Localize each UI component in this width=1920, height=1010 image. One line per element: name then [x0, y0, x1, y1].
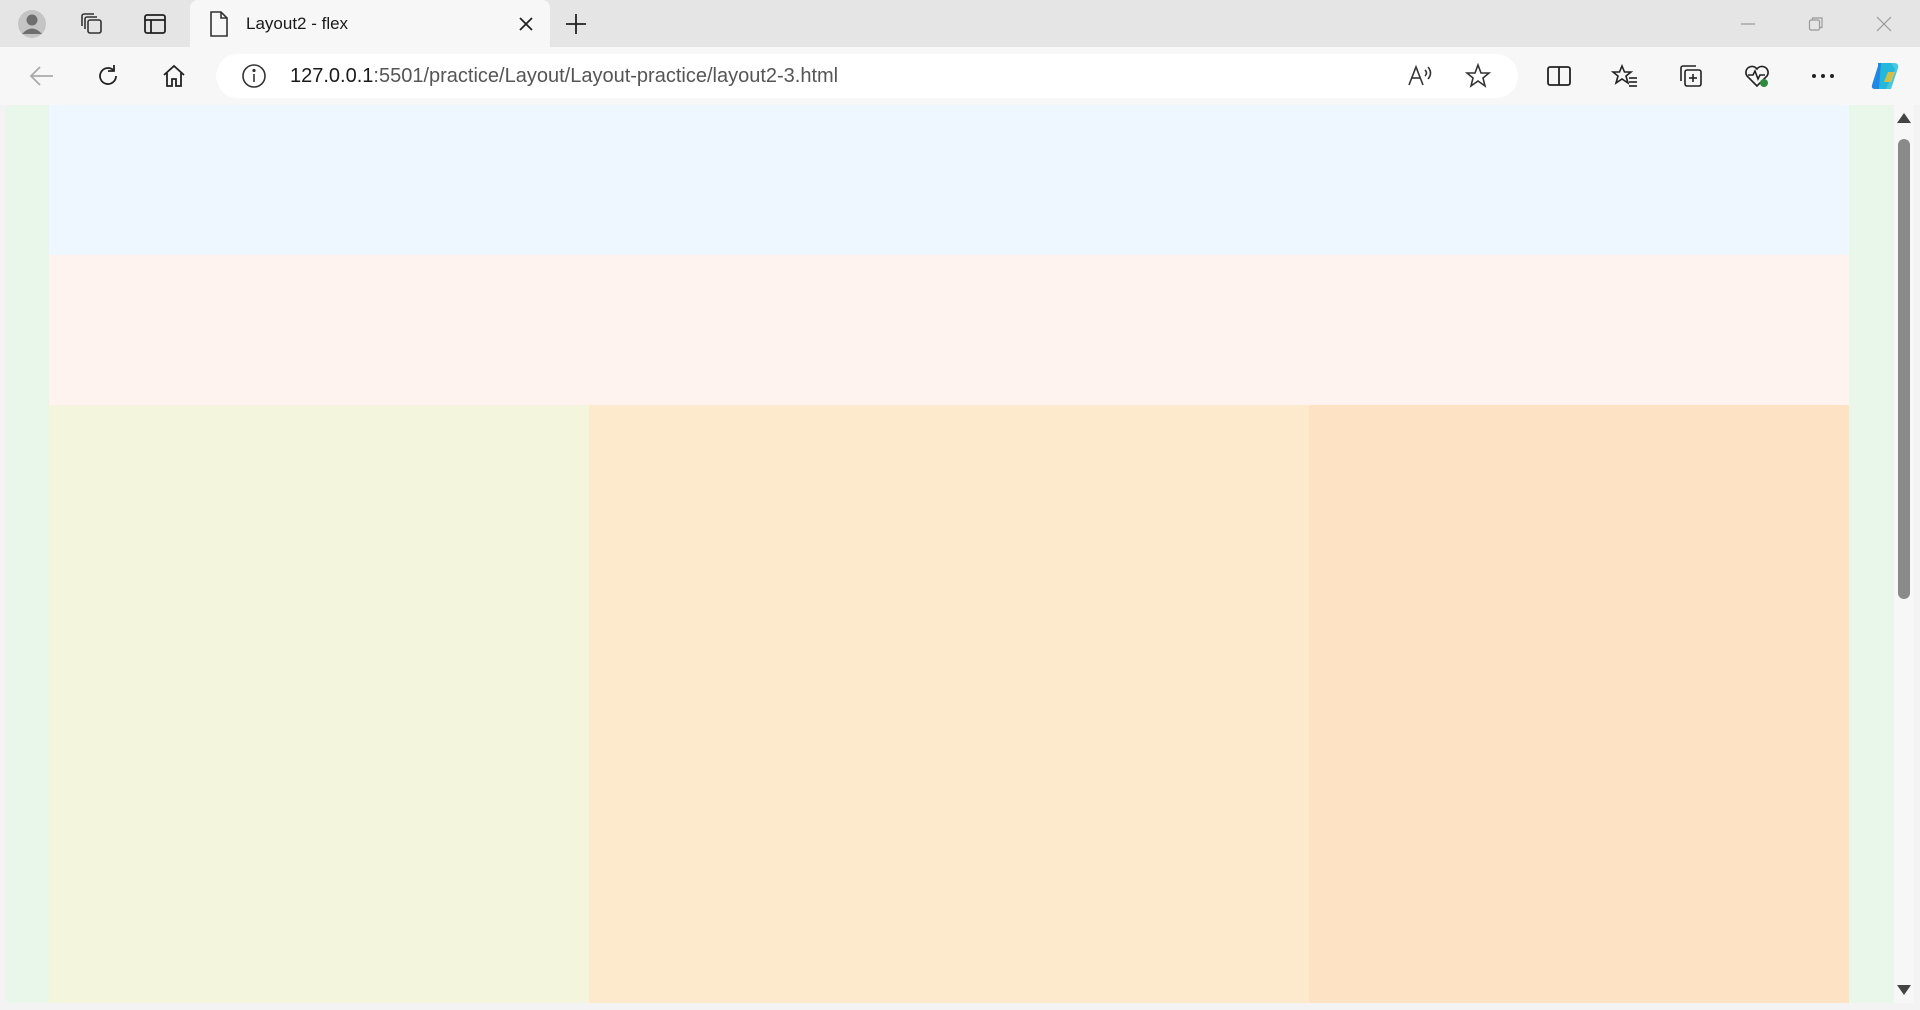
layout-container: [49, 105, 1849, 1003]
layout-row-1: [49, 105, 1849, 255]
vertical-scrollbar[interactable]: [1894, 105, 1914, 1003]
copilot-icon[interactable]: [1866, 58, 1906, 94]
refresh-icon[interactable]: [88, 58, 128, 94]
workspaces-icon[interactable]: [74, 6, 110, 42]
url-text[interactable]: 127.0.0.1:5501/practice/Layout/Layout-pr…: [290, 65, 838, 88]
back-icon[interactable]: [22, 58, 62, 94]
layout-column-3: [1309, 405, 1849, 1003]
layout-column-1: [49, 405, 589, 1003]
browser-title-bar: Layout2 - flex: [0, 0, 1920, 48]
scroll-up-arrow-icon[interactable]: [1897, 113, 1911, 123]
page-viewport: [6, 105, 1894, 1003]
profile-icon[interactable]: [14, 6, 50, 42]
split-screen-icon[interactable]: [1539, 58, 1579, 94]
more-options-icon[interactable]: [1803, 58, 1843, 94]
tab-title: Layout2 - flex: [246, 14, 349, 33]
scrollbar-thumb[interactable]: [1898, 139, 1910, 599]
address-bar[interactable]: 127.0.0.1:5501/practice/Layout/Layout-pr…: [216, 54, 1518, 98]
layout-column-2: [589, 405, 1309, 1003]
vertical-tabs-icon[interactable]: [137, 6, 173, 42]
restore-icon[interactable]: [1782, 0, 1850, 47]
scroll-down-arrow-icon[interactable]: [1897, 985, 1911, 995]
browser-toolbar: 127.0.0.1:5501/practice/Layout/Layout-pr…: [0, 47, 1920, 105]
browser-tab[interactable]: Layout2 - flex: [190, 0, 550, 48]
minimize-icon[interactable]: [1714, 0, 1782, 47]
site-info-icon[interactable]: [236, 58, 272, 94]
favorites-icon[interactable]: [1605, 58, 1645, 94]
close-tab-icon[interactable]: [512, 10, 540, 38]
layout-row-3: [49, 405, 1849, 1003]
favorite-star-icon[interactable]: [1460, 58, 1496, 94]
read-aloud-icon[interactable]: [1402, 58, 1438, 94]
browser-essentials-icon[interactable]: [1737, 58, 1777, 94]
home-icon[interactable]: [154, 58, 194, 94]
layout-row-2: [49, 255, 1849, 405]
page-file-icon: [208, 10, 230, 38]
new-tab-icon[interactable]: [558, 6, 594, 42]
collections-icon[interactable]: [1671, 58, 1711, 94]
close-window-icon[interactable]: [1850, 0, 1918, 47]
